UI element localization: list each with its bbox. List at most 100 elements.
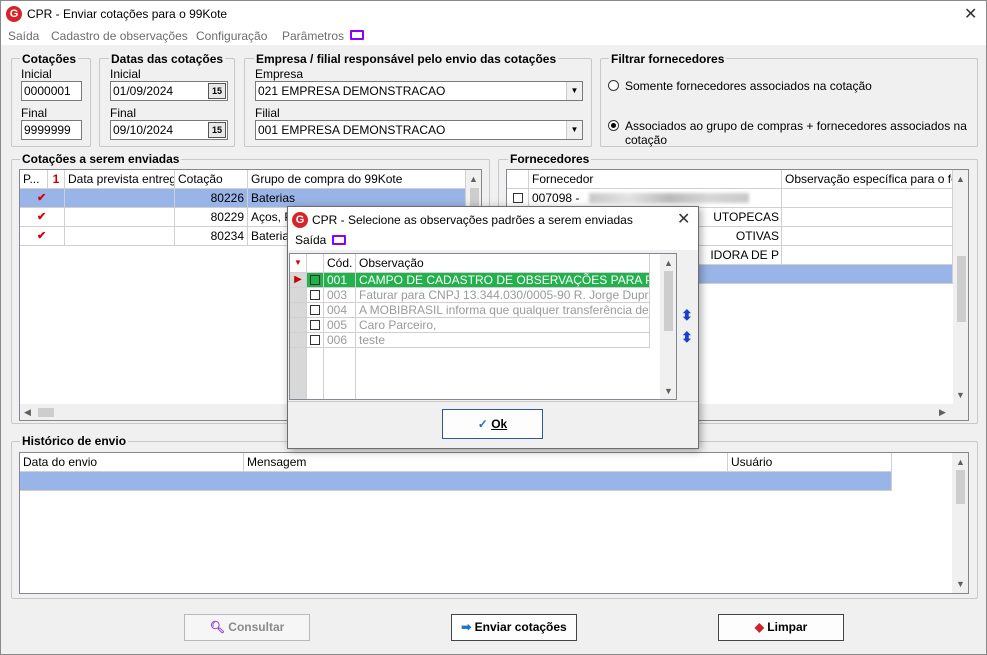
sort-icon[interactable]: ▼ — [290, 254, 307, 273]
col-header[interactable]: Mensagem — [244, 453, 728, 472]
col-header[interactable]: Cód. — [324, 254, 356, 273]
cotacao-final-input[interactable] — [21, 120, 82, 140]
table-cell[interactable] — [65, 208, 175, 227]
checkmark-icon[interactable]: ✔ — [37, 227, 46, 245]
table-cell[interactable] — [782, 189, 953, 208]
table-cell[interactable]: 80234 — [175, 227, 248, 246]
chevron-down-icon[interactable]: ▼ — [956, 390, 965, 400]
col-header[interactable]: Data do envio — [20, 453, 244, 472]
table-cell[interactable] — [307, 333, 324, 348]
table-row[interactable] — [20, 472, 892, 491]
chevron-down-icon[interactable]: ▼ — [664, 386, 673, 396]
move-up-icon[interactable]: ⬍ — [681, 307, 693, 324]
monitor-icon[interactable] — [332, 235, 346, 245]
dialog-menu-saida[interactable]: Saída — [295, 233, 326, 247]
table-row[interactable]: ✔ — [20, 208, 65, 227]
col-header[interactable]: P... — [20, 170, 48, 189]
radio-somente[interactable] — [608, 80, 619, 91]
menu-saida[interactable]: Saída — [8, 29, 39, 43]
table-cell[interactable]: 003 — [324, 288, 356, 303]
table-cell[interactable]: CAMPO DE CADASTRO DE OBSERVAÇÕES PARA PE… — [356, 273, 650, 288]
col-header[interactable]: Fornecedor — [529, 170, 782, 189]
scroll-thumb[interactable] — [664, 271, 673, 331]
table-cell[interactable] — [65, 227, 175, 246]
vertical-scrollbar[interactable]: ▲ ▼ — [953, 170, 968, 404]
checkbox[interactable] — [310, 275, 320, 285]
enviar-cotacoes-button[interactable]: ➡ Enviar cotações — [451, 614, 577, 641]
limpar-button[interactable]: ◆ Limpar — [718, 614, 844, 641]
chevron-down-icon[interactable]: ▼ — [956, 579, 965, 589]
calendar-icon[interactable]: 15 — [208, 83, 226, 99]
close-icon[interactable]: ✕ — [964, 4, 977, 24]
chevron-up-icon[interactable]: ▲ — [664, 258, 673, 268]
scroll-thumb[interactable] — [957, 256, 966, 322]
chevron-down-icon[interactable]: ▼ — [566, 82, 582, 100]
monitor-icon[interactable] — [350, 30, 364, 40]
table-cell[interactable] — [782, 227, 953, 246]
radio-associados-label[interactable]: Associados ao grupo de compras + fornece… — [625, 119, 986, 147]
vertical-scrollbar[interactable]: ▲ ▼ — [952, 453, 968, 593]
checkbox[interactable] — [310, 335, 320, 345]
checkbox[interactable] — [310, 305, 320, 315]
table-cell[interactable] — [782, 246, 953, 265]
divider — [355, 348, 356, 399]
table-cell[interactable] — [65, 189, 175, 208]
col-header[interactable]: Cotação — [175, 170, 248, 189]
empresa-select[interactable]: 021 EMPRESA DEMONSTRACAO ▼ — [255, 81, 583, 101]
checkbox[interactable] — [513, 193, 523, 203]
title-bar: G CPR - Enviar cotações para o 99Kote ✕ — [1, 1, 986, 28]
chevron-right-icon[interactable]: ▶ — [939, 407, 946, 418]
radio-somente-label[interactable]: Somente fornecedores associados na cotaç… — [625, 79, 872, 93]
menu-parametros[interactable]: Parâmetros — [282, 29, 344, 43]
table-cell[interactable]: 80229 — [175, 208, 248, 227]
table-cell[interactable]: A MOBIBRASIL informa que qualquer transf… — [356, 303, 650, 318]
table-cell[interactable]: Faturar para CNPJ 13.344.030/0005-90 R. … — [356, 288, 650, 303]
cotacao-inicial-input[interactable] — [21, 81, 82, 101]
table-cell[interactable]: 006 — [324, 333, 356, 348]
calendar-icon[interactable]: 15 — [208, 122, 226, 138]
col-header[interactable] — [307, 254, 324, 273]
chevron-down-icon[interactable]: ▼ — [566, 121, 582, 139]
checkbox[interactable] — [310, 320, 320, 330]
vertical-scrollbar[interactable]: ▲ ▼ — [660, 254, 676, 399]
table-cell[interactable]: 005 — [324, 318, 356, 333]
col-header[interactable]: Data prevista entrega — [65, 170, 175, 189]
close-icon[interactable]: ✕ — [677, 209, 690, 229]
filial-select[interactable]: 001 EMPRESA DEMONSTRACAO ▼ — [255, 120, 583, 140]
row-indicator-icon: ▶ — [290, 273, 307, 288]
table-cell[interactable] — [782, 208, 953, 227]
table-cell[interactable] — [307, 288, 324, 303]
chevron-up-icon[interactable]: ▲ — [956, 174, 965, 184]
col-header[interactable]: Observação — [356, 254, 650, 273]
menu-cadastro-observacoes[interactable]: Cadastro de observações — [51, 29, 188, 43]
ok-button[interactable]: ✓ Ok — [442, 409, 543, 439]
col-header[interactable]: Observação específica para o forne — [782, 170, 953, 189]
chevron-up-icon[interactable]: ▲ — [469, 174, 478, 184]
table-row[interactable]: ✔ — [20, 189, 65, 208]
col-header[interactable]: 1 — [48, 170, 65, 189]
table-cell[interactable]: 80226 — [175, 189, 248, 208]
checkmark-icon[interactable]: ✔ — [37, 189, 46, 207]
col-header[interactable] — [507, 170, 529, 189]
scroll-thumb[interactable] — [38, 408, 54, 417]
table-cell[interactable]: teste — [356, 333, 650, 348]
menu-configuracao[interactable]: Configuração — [196, 29, 267, 43]
table-cell[interactable] — [307, 318, 324, 333]
move-down-icon[interactable]: ⬍ — [681, 329, 693, 346]
scroll-thumb[interactable] — [956, 470, 965, 504]
table-cell[interactable]: 004 — [324, 303, 356, 318]
eraser-icon: ◆ — [754, 620, 764, 634]
chevron-left-icon[interactable]: ◀ — [24, 407, 31, 418]
table-row[interactable]: ✔ — [20, 227, 65, 246]
radio-associados[interactable] — [608, 120, 619, 131]
table-cell[interactable]: 001 — [324, 273, 356, 288]
checkmark-icon[interactable]: ✔ — [37, 208, 46, 226]
chevron-up-icon[interactable]: ▲ — [956, 457, 965, 467]
table-cell[interactable] — [307, 273, 324, 288]
col-header[interactable]: Grupo de compra do 99Kote — [248, 170, 466, 189]
consultar-button[interactable]: 🔍︎ Consultar — [184, 614, 310, 641]
table-cell[interactable] — [307, 303, 324, 318]
table-cell[interactable]: Caro Parceiro, — [356, 318, 650, 333]
col-header[interactable]: Usuário — [728, 453, 892, 472]
checkbox[interactable] — [310, 290, 320, 300]
